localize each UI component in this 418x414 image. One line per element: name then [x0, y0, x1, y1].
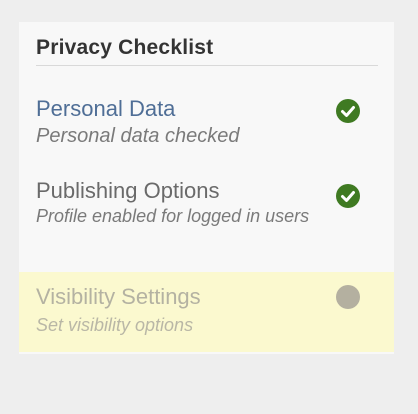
empty-circle-icon	[336, 285, 360, 309]
item-description: Personal data checked	[36, 125, 240, 147]
item-description: Set visibility options	[36, 315, 194, 335]
item-title[interactable]: Visibility Settings	[36, 285, 201, 309]
item-description: Profile enabled for logged in users	[36, 206, 310, 226]
checklist-item-publishing-options[interactable]: Publishing Options Profile enabled for l…	[19, 179, 394, 259]
checklist-item-personal-data[interactable]: Personal Data Personal data checked	[19, 97, 394, 159]
checkmark-icon	[336, 99, 360, 123]
title-divider	[36, 65, 378, 66]
privacy-checklist-panel: Privacy Checklist Personal Data Personal…	[19, 22, 394, 354]
item-title[interactable]: Publishing Options	[36, 179, 219, 203]
item-title[interactable]: Personal Data	[36, 97, 175, 121]
checkmark-icon	[336, 184, 360, 208]
panel-title: Privacy Checklist	[36, 36, 214, 59]
checklist-item-visibility-settings[interactable]: Visibility Settings Set visibility optio…	[19, 272, 394, 352]
